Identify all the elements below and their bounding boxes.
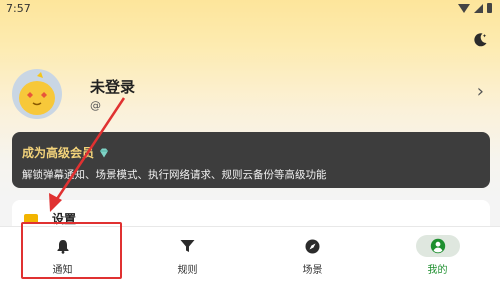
dark-mode-toggle[interactable] xyxy=(472,32,488,48)
nav-icon-wrap xyxy=(291,235,335,257)
profile-header[interactable]: 未登录 @ › xyxy=(10,66,490,122)
avatar[interactable] xyxy=(10,66,64,120)
wifi-icon xyxy=(458,3,470,13)
nav-item-mine[interactable]: 我的 xyxy=(375,227,500,284)
nav-item-rules[interactable]: 规则 xyxy=(125,227,250,284)
nav-label: 场景 xyxy=(302,265,323,276)
signal-icon xyxy=(474,3,483,13)
compass-icon xyxy=(305,239,320,253)
premium-banner[interactable]: 成为高级会员 解锁弹幕通知、场景模式、执行网络请求、规则云备份等高级功能 xyxy=(12,132,490,188)
nav-label: 规则 xyxy=(177,265,198,276)
bell-icon xyxy=(57,239,68,254)
username[interactable]: 未登录 xyxy=(90,76,135,97)
premium-description: 解锁弹幕通知、场景模式、执行网络请求、规则云备份等高级功能 xyxy=(22,169,327,181)
nav-item-scenes[interactable]: 场景 xyxy=(250,227,375,284)
premium-title: 成为高级会员 xyxy=(22,146,95,160)
nav-icon-wrap xyxy=(41,235,85,257)
nav-icon-wrap xyxy=(166,235,210,257)
settings-icon xyxy=(24,214,38,224)
moon-icon xyxy=(474,33,487,47)
chevron-right-icon[interactable]: › xyxy=(477,83,484,101)
user-handle: @ xyxy=(90,99,101,112)
account-icon xyxy=(430,238,445,254)
settings-label: 设置 xyxy=(52,212,77,226)
nav-icon-wrap xyxy=(415,235,460,257)
status-bar: 7:57 xyxy=(0,0,500,18)
status-icons xyxy=(458,3,492,13)
nav-label: 通知 xyxy=(52,265,73,276)
nav-item-notifications[interactable]: 通知 xyxy=(0,227,125,284)
bottom-navigation: 通知 规则 场景 我的 xyxy=(0,226,500,284)
battery-icon xyxy=(487,3,492,13)
avatar-image xyxy=(12,69,62,119)
status-time: 7:57 xyxy=(6,2,31,15)
nav-label: 我的 xyxy=(427,265,448,276)
app-screen: 7:57 未登录 @ › 成为高级会员 解锁弹幕通知、场景模式、执行网络请求、规… xyxy=(0,0,500,284)
premium-title-row: 成为高级会员 xyxy=(22,144,480,161)
diamond-icon xyxy=(100,148,109,157)
filter-icon xyxy=(180,240,195,252)
